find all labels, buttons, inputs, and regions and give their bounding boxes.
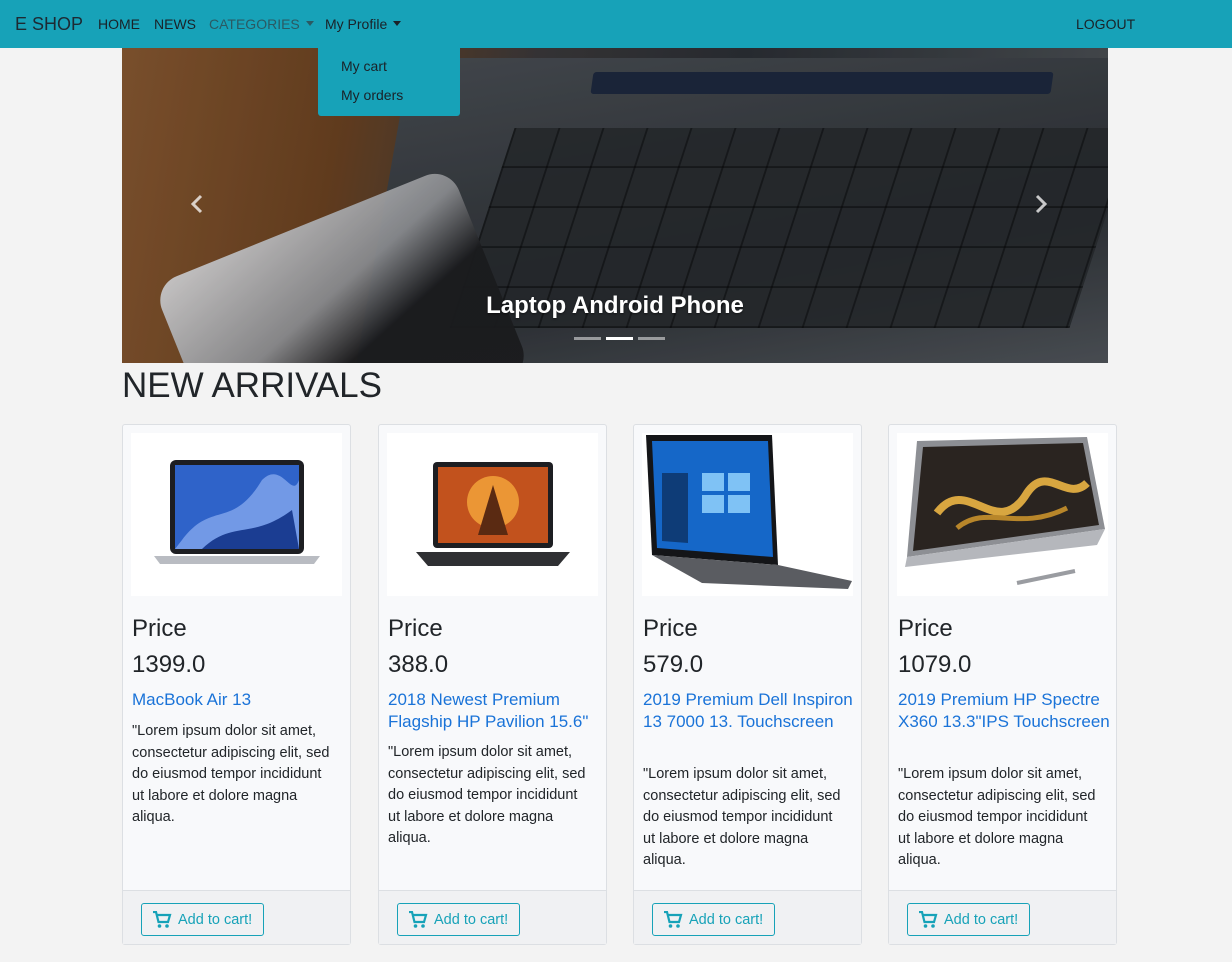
product-card-hp-pavilion: Price 388.0 2018 Newest Premium Flagship…	[378, 424, 607, 945]
price-value: 1079.0	[898, 651, 972, 678]
carousel-prev-button[interactable]	[190, 194, 204, 220]
product-title-link[interactable]: MacBook Air 13	[132, 689, 344, 711]
dropdown-item-my-cart[interactable]: My cart	[341, 58, 387, 74]
add-to-cart-button[interactable]: Add to cart!	[907, 903, 1031, 936]
nav-my-profile-label: My Profile	[325, 16, 388, 32]
carousel-indicator-2[interactable]	[606, 337, 633, 340]
product-card-macbook-air: Price 1399.0 MacBook Air 13 "Lorem ipsum…	[122, 424, 351, 945]
chevron-left-icon	[190, 194, 203, 214]
product-description: "Lorem ipsum dolor sit amet, consectetur…	[388, 744, 586, 847]
product-image[interactable]	[131, 433, 342, 596]
price-label: Price	[388, 615, 443, 642]
price-value: 1399.0	[132, 651, 206, 678]
price-value: 579.0	[643, 651, 704, 678]
price-label: Price	[643, 615, 698, 642]
card-footer: Add to cart!	[379, 890, 606, 944]
product-description: "Lorem ipsum dolor sit amet, consectetur…	[132, 723, 330, 826]
add-to-cart-label: Add to cart!	[178, 911, 253, 928]
add-to-cart-label: Add to cart!	[434, 911, 509, 928]
profile-dropdown-menu: My cart My orders	[318, 45, 460, 116]
cart-icon	[664, 910, 683, 928]
section-title-new-arrivals: NEW ARRIVALS	[122, 366, 382, 405]
cart-icon	[409, 910, 428, 928]
add-to-cart-button[interactable]: Add to cart!	[141, 903, 265, 936]
dropdown-item-my-orders[interactable]: My orders	[341, 87, 403, 103]
product-card-dell-inspiron: Price 579.0 2019 Premium Dell Inspiron 1…	[633, 424, 862, 945]
carousel-indicator-1[interactable]	[574, 337, 601, 340]
card-footer: Add to cart!	[123, 890, 350, 944]
product-description: "Lorem ipsum dolor sit amet, consectetur…	[898, 766, 1096, 869]
nav-categories-dropdown[interactable]: CATEGORIES	[209, 16, 314, 32]
carousel-next-button[interactable]	[1034, 194, 1048, 220]
nav-news[interactable]: NEWS	[154, 16, 196, 32]
card-footer: Add to cart!	[634, 890, 861, 944]
top-navbar: E SHOP HOME NEWS CATEGORIES My Profile L…	[0, 0, 1232, 48]
nav-my-profile-dropdown[interactable]: My Profile	[325, 16, 402, 32]
price-label: Price	[898, 615, 953, 642]
carousel-caption: Laptop Android Phone	[486, 292, 744, 319]
caret-down-icon	[393, 21, 402, 26]
add-to-cart-label: Add to cart!	[689, 911, 764, 928]
logout-link[interactable]: LOGOUT	[1076, 16, 1135, 32]
product-title-link[interactable]: 2018 Newest Premium Flagship HP Pavilion…	[388, 689, 600, 732]
product-title-link[interactable]: 2019 Premium HP Spectre X360 13.3"IPS To…	[898, 689, 1110, 732]
caret-down-icon	[305, 21, 314, 26]
price-value: 388.0	[388, 651, 449, 678]
product-image[interactable]	[897, 433, 1108, 596]
card-footer: Add to cart!	[889, 890, 1116, 944]
nav-categories-label: CATEGORIES	[209, 16, 300, 32]
brand-logo[interactable]: E SHOP	[15, 14, 83, 35]
add-to-cart-button[interactable]: Add to cart!	[397, 903, 521, 936]
cart-icon	[919, 910, 938, 928]
chevron-right-icon	[1035, 194, 1048, 214]
cart-icon	[153, 910, 172, 928]
carousel-indicator-3[interactable]	[638, 337, 665, 340]
product-description: "Lorem ipsum dolor sit amet, consectetur…	[643, 766, 841, 869]
nav-home[interactable]: HOME	[98, 16, 140, 32]
hero-carousel: Laptop Android Phone	[122, 48, 1108, 363]
product-image[interactable]	[387, 433, 598, 596]
add-to-cart-button[interactable]: Add to cart!	[652, 903, 776, 936]
product-image[interactable]	[642, 433, 853, 596]
price-label: Price	[132, 615, 187, 642]
add-to-cart-label: Add to cart!	[944, 911, 1019, 928]
product-card-hp-spectre: Price 1079.0 2019 Premium HP Spectre X36…	[888, 424, 1117, 945]
product-title-link[interactable]: 2019 Premium Dell Inspiron 13 7000 13. T…	[643, 689, 855, 732]
